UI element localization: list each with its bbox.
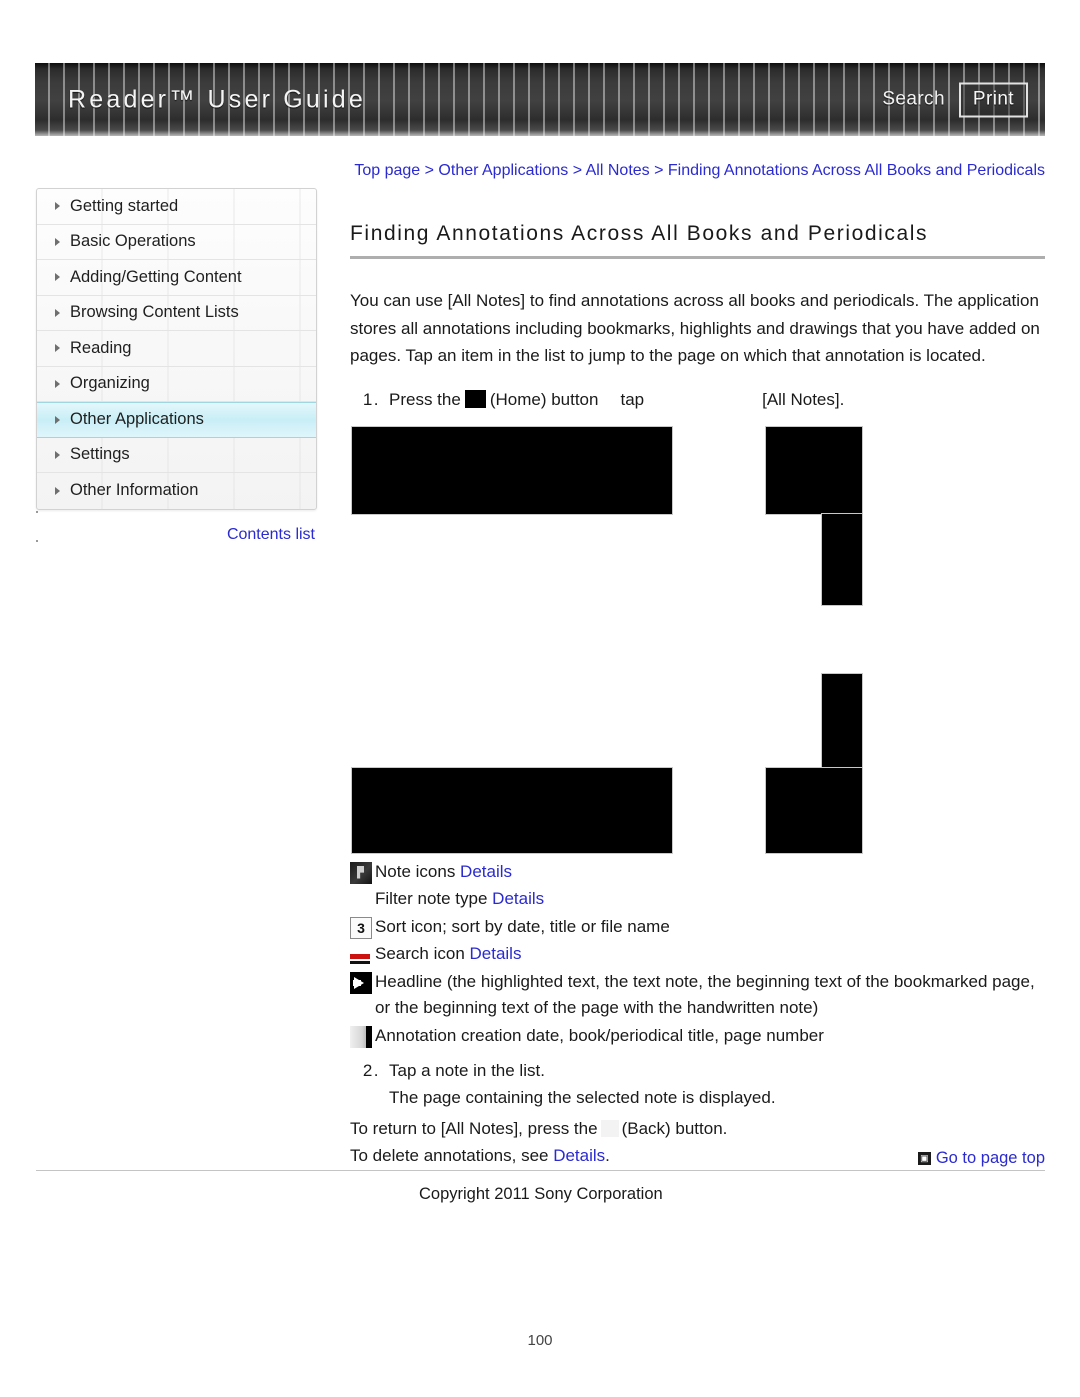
sidebar-nav: Getting started Basic Operations Adding/… [36, 188, 317, 510]
headline-arrow-icon [350, 971, 372, 994]
sidebar-item-label: Other Information [70, 481, 199, 500]
page-number: 100 [527, 1332, 553, 1349]
sidebar-item-label: Browsing Content Lists [70, 303, 239, 322]
sort-icon: 3 [350, 916, 372, 939]
intro-paragraph: You can use [All Notes] to find annotati… [350, 291, 1040, 365]
details-link[interactable]: Details [470, 944, 522, 963]
step-2: 2. Tap a note in the list. The page cont… [350, 1057, 1045, 1111]
figure-placeholder-6 [351, 766, 673, 854]
sidebar-item-organizing[interactable]: Organizing [37, 367, 316, 402]
legend-item-label: Note icons Details [375, 859, 1045, 886]
figure-placeholder-1 [351, 425, 673, 515]
sidebar-item-reading[interactable]: Reading [37, 331, 316, 367]
sidebar-item-settings[interactable]: Settings [37, 438, 316, 473]
main-content: Top page > Other Applications > All Note… [350, 160, 1045, 1169]
step-1-text-after: (Home) button [489, 389, 599, 409]
step-1: 1. Press the (Home) button tap [All Notes]. [350, 386, 1045, 413]
legend-text-part: Search icon [375, 944, 470, 963]
step-2-body: Tap a note in the list. The page contain… [389, 1057, 1045, 1111]
search-icon [350, 944, 372, 966]
back-button-icon [600, 1120, 619, 1137]
annotation-bar-icon [350, 1025, 372, 1048]
breadcrumb[interactable]: Top page > Other Applications > All Note… [350, 160, 1045, 192]
chevron-right-icon [55, 202, 60, 211]
sidebar-item-label: Getting started [70, 196, 179, 215]
step-2-text: Tap a note in the list. [389, 1061, 545, 1080]
sidebar-item-label: Adding/Getting Content [70, 267, 242, 286]
return-text-after: (Back) button. [621, 1119, 728, 1138]
chevron-right-icon [55, 308, 60, 317]
sidebar-item-label: Settings [70, 445, 130, 464]
page-title: Finding Annotations Across All Books and… [350, 222, 929, 245]
go-to-page-top-label: Go to page top [935, 1149, 1045, 1167]
sidebar-item-label: Other Applications [70, 410, 204, 429]
legend-item-note-icons: Note icons Details [350, 859, 1045, 886]
title-divider [350, 256, 1045, 259]
sidebar-item-getting-started[interactable]: Getting started [37, 189, 316, 225]
legend-item-filter-note-type: Filter note type Details [350, 886, 1045, 913]
sidebar-item-label: Organizing [70, 374, 150, 393]
header-tools: Search Print [882, 82, 1028, 117]
figure-placeholder-4 [821, 672, 863, 769]
chevron-right-icon [55, 486, 60, 495]
sidebar-item-other-applications[interactable]: Other Applications [37, 402, 316, 438]
legend-item-label: Filter note type Details [375, 886, 1045, 913]
legend-item-label: Headline (the highlighted text, the text… [375, 971, 1035, 1018]
sidebar-item-adding-getting-content[interactable]: Adding/Getting Content [37, 260, 316, 296]
legend-item-label: Annotation creation date, book/periodica… [375, 1025, 824, 1045]
page-footer: ▣ Go to page top Copyright 2011 Sony Cor… [36, 1148, 1045, 1204]
page-top-icon: ▣ [917, 1152, 931, 1165]
figure-placeholder-2 [765, 425, 863, 515]
details-link[interactable]: Details [460, 862, 512, 881]
legend-item-headline: Headline (the highlighted text, the text… [350, 969, 1045, 1022]
chevron-right-icon [55, 379, 60, 388]
contents-list-wrapper: Contents list [36, 510, 317, 544]
legend-icon-placeholder [350, 889, 372, 911]
chevron-right-icon [55, 450, 60, 459]
return-instruction: To return to [All Notes], press the (Back… [350, 1115, 1045, 1142]
legend-text-part: Note icons [375, 861, 461, 881]
return-text-before: To return to [All Notes], press the [350, 1119, 598, 1138]
legend-list: Note icons Details Filter note type Deta… [350, 859, 1045, 1050]
sidebar-item-other-information[interactable]: Other Information [37, 473, 316, 509]
legend-item-search-icon: Search icon Details [350, 941, 1045, 968]
figure-placeholder-5 [765, 766, 863, 854]
step-1-text-end: [All Notes]. [762, 389, 845, 409]
sidebar-item-label: Reading [70, 338, 132, 357]
chevron-right-icon [55, 237, 60, 246]
step-1-tap-text: tap [620, 389, 645, 409]
chevron-right-icon [55, 344, 60, 353]
legend-item-label: Sort icon; sort by date, title or file n… [375, 916, 670, 936]
step-1-text-before: Press the [389, 389, 461, 409]
step-1-number: 1. [362, 389, 380, 409]
search-button[interactable]: Search [882, 89, 945, 111]
step-2-subtext: The page containing the selected note is… [389, 1088, 776, 1107]
figure-placeholder-3 [821, 512, 863, 606]
details-link[interactable]: Details [492, 889, 544, 908]
app-header-banner: Reader™ User Guide Search Print [35, 63, 1045, 136]
sidebar-item-basic-operations[interactable]: Basic Operations [37, 225, 316, 260]
chevron-right-icon [55, 415, 60, 424]
app-title: Reader™ User Guide [68, 85, 366, 113]
legend-item-sort-icon: 3 Sort icon; sort by date, title or file… [350, 914, 1045, 941]
home-button-icon [464, 389, 486, 408]
go-to-page-top-link[interactable]: ▣ Go to page top [917, 1149, 1045, 1168]
step-1-body: Press the (Home) button tap [All Notes]. [389, 386, 1045, 413]
copyright-text: Copyright 2011 Sony Corporation [419, 1185, 663, 1203]
print-button[interactable]: Print [958, 82, 1028, 117]
goto-top-row: ▣ Go to page top [36, 1148, 1045, 1170]
contents-list-link[interactable]: Contents list [227, 526, 315, 543]
legend-text-part: Filter note type [375, 889, 493, 908]
screenshot-figures [350, 425, 1045, 854]
step-2-number: 2. [362, 1061, 380, 1080]
sidebar: Getting started Basic Operations Adding/… [36, 188, 317, 544]
sidebar-item-browsing-content-lists[interactable]: Browsing Content Lists [37, 296, 316, 331]
note-icons-icon [350, 861, 372, 884]
sidebar-item-label: Basic Operations [70, 232, 196, 251]
legend-item-label: Search icon Details [375, 941, 1045, 968]
legend-item-annotation-meta: Annotation creation date, book/periodica… [350, 1023, 1045, 1050]
chevron-right-icon [55, 273, 60, 282]
